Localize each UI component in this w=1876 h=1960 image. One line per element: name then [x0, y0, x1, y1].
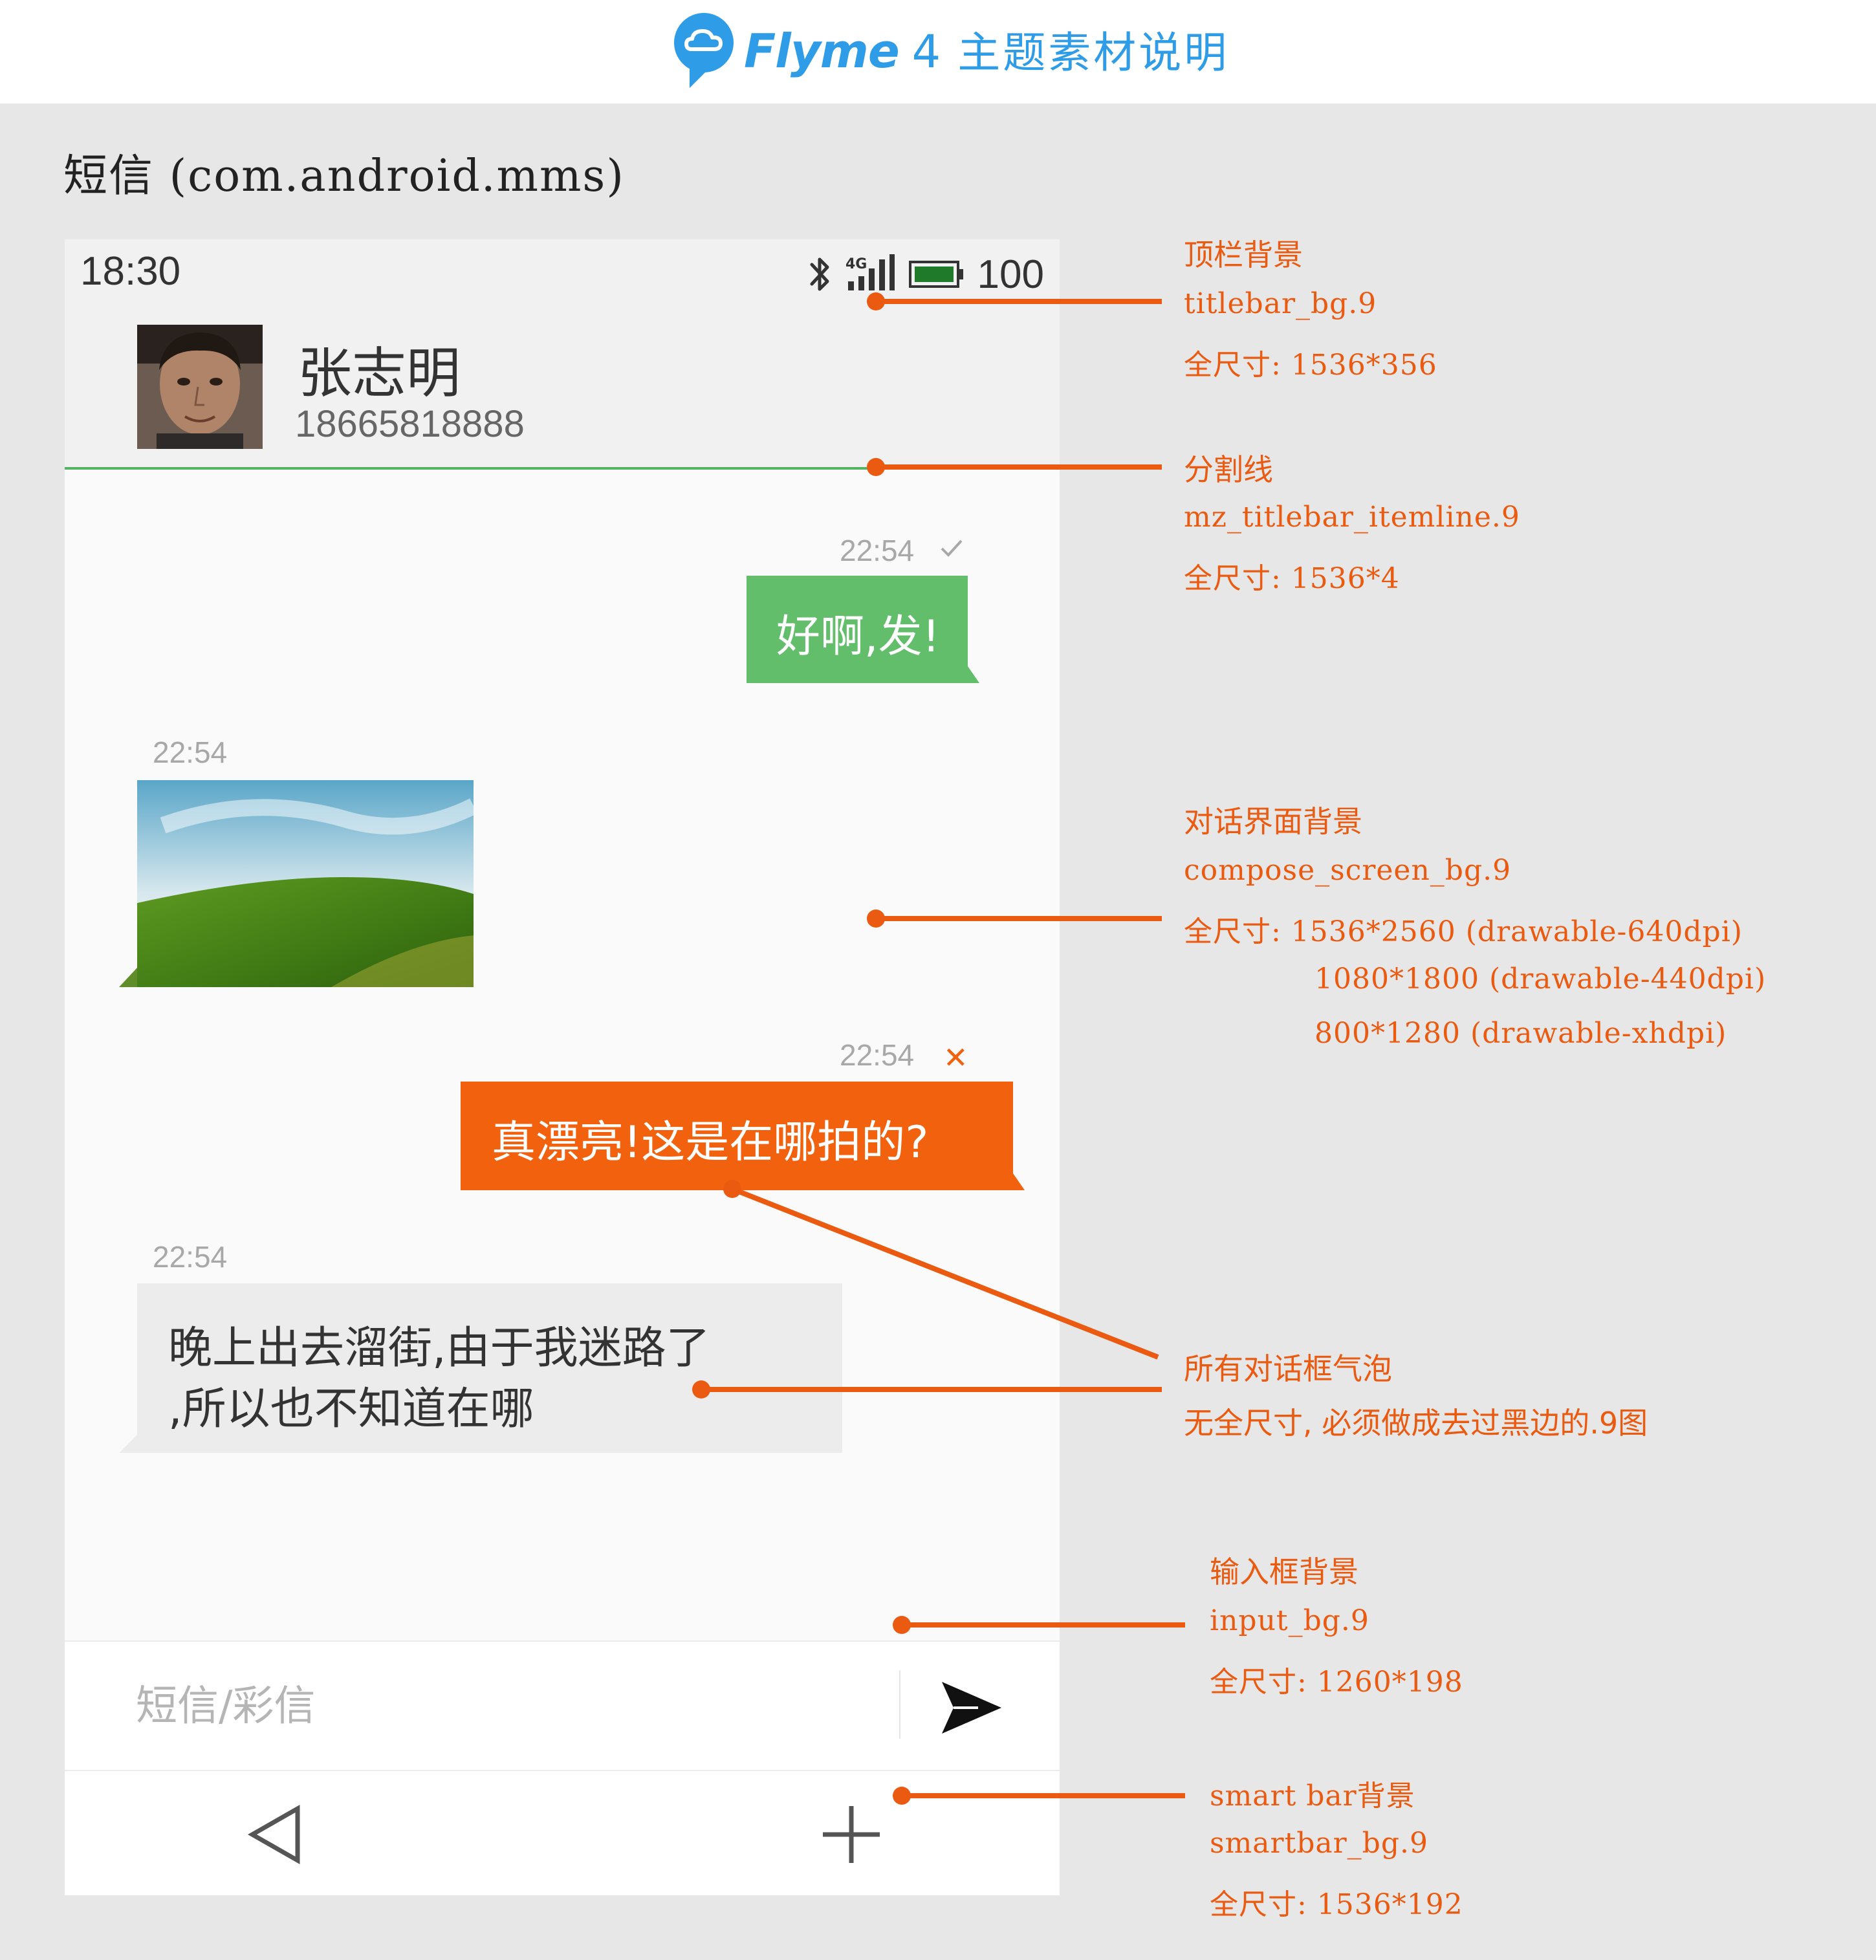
message-timestamp: 22:54 — [840, 534, 915, 567]
checkmark-icon — [941, 539, 963, 557]
close-icon[interactable]: ✕ — [943, 1040, 968, 1075]
bluetooth-icon — [810, 257, 829, 291]
brand-heading: Flyme 4 主题素材说明 — [744, 18, 1229, 83]
contact-number: 18665818888 — [295, 403, 525, 445]
annotation-divider-title: 分割线 — [1184, 452, 1273, 487]
annotation-titlebar-file: titlebar_bg.9 — [1184, 287, 1377, 320]
page-title: 短信 (com.android.mms) — [63, 151, 625, 202]
battery-level: 100 — [977, 252, 1044, 297]
send-icon[interactable] — [939, 1674, 1004, 1739]
titlebar-divider — [65, 467, 1060, 470]
status-icons: 4G 100 — [808, 248, 1044, 300]
annotation-input-file: input_bg.9 — [1210, 1604, 1369, 1637]
input-separator — [899, 1670, 900, 1739]
annotation-compose-size: 全尺寸: 1536*2560 (drawable-640dpi) — [1184, 915, 1743, 948]
contact-name: 张志明 — [298, 342, 461, 405]
annotation-bubbles-title: 所有对话框气泡 — [1184, 1351, 1392, 1386]
image-message[interactable] — [137, 780, 474, 987]
annotation-input-title: 输入框背景 — [1210, 1554, 1358, 1589]
annotation-divider-file: mz_titlebar_itemline.9 — [1184, 501, 1520, 534]
message-text-line: ,所以也不知道在哪 — [168, 1384, 534, 1435]
contact-avatar[interactable] — [137, 325, 263, 449]
message-timestamp: 22:54 — [153, 1240, 228, 1274]
message-text: 真漂亮!这是在哪拍的? — [492, 1117, 929, 1168]
signal-4g-icon: 4G — [845, 254, 895, 290]
input-bar: 短信/彩信 — [65, 1640, 1060, 1770]
annotation-titlebar-title: 顶栏背景 — [1184, 237, 1303, 272]
annotation-compose-file: compose_screen_bg.9 — [1184, 854, 1512, 887]
back-triangle-icon[interactable] — [246, 1802, 304, 1867]
annotation-input-size: 全尺寸: 1260*198 — [1210, 1666, 1463, 1699]
annotation-divider-size: 全尺寸: 1536*4 — [1184, 562, 1400, 595]
annotation-compose-size-3: 800*1280 (drawable-xhdpi) — [1314, 1017, 1727, 1050]
plus-icon[interactable] — [819, 1802, 884, 1867]
annotation-smartbar-size: 全尺寸: 1536*192 — [1210, 1888, 1463, 1921]
smart-bar — [65, 1770, 1060, 1895]
header-subtitle: 主题素材说明 — [957, 28, 1230, 78]
titlebar: 18:30 4G 100 张志明 18665818888 — [65, 239, 1060, 468]
annotation-smartbar-title: smart bar背景 — [1210, 1780, 1415, 1813]
annotation-compose-title: 对话界面背景 — [1184, 804, 1362, 839]
message-timestamp: 22:54 — [840, 1038, 915, 1072]
message-text-line: 晚上出去溜街,由于我迷路了 — [168, 1323, 710, 1374]
status-time: 18:30 — [80, 249, 181, 294]
flyme-cloud-logo-icon — [674, 13, 734, 88]
brand-version: 4 — [911, 25, 941, 78]
message-text: 好啊,发! — [776, 611, 940, 662]
message-input[interactable]: 短信/彩信 — [136, 1673, 316, 1732]
annotation-bubbles-note: 无全尺寸, 必须做成去过黑边的.9图 — [1184, 1406, 1648, 1441]
message-timestamp: 22:54 — [153, 735, 228, 769]
header-bar: Flyme 4 主题素材说明 — [0, 0, 1876, 103]
annotation-smartbar-file: smartbar_bg.9 — [1210, 1827, 1428, 1860]
brand-name: Flyme — [744, 24, 900, 78]
annotation-compose-size-2: 1080*1800 (drawable-440dpi) — [1314, 963, 1767, 996]
annotation-titlebar-size: 全尺寸: 1536*356 — [1184, 349, 1437, 382]
phone-screen: 18:30 4G 100 张志明 18665818888 22:54 好啊,发!… — [65, 239, 1060, 1895]
battery-icon — [908, 261, 963, 288]
network-label: 4G — [845, 256, 867, 272]
